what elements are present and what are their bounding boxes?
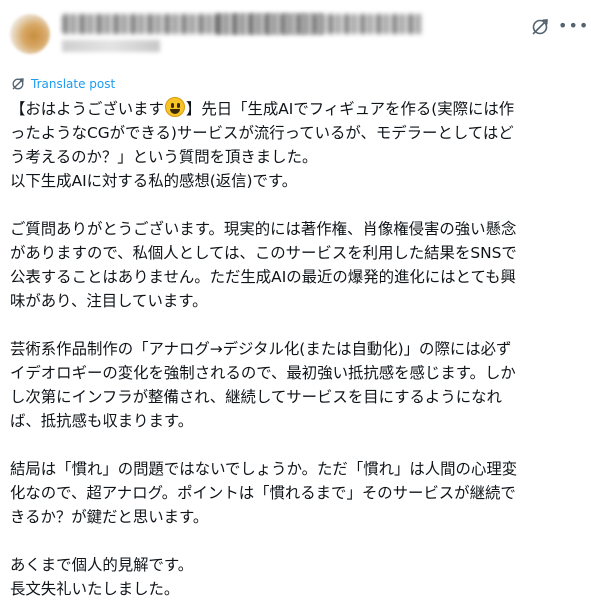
post-line: う考えるのか？」という質問を頂きました。 xyxy=(10,148,318,166)
post-line: きるか？が鍵だと思います。 xyxy=(10,508,209,526)
post-line: 公表することはありません。ただ生成AIの最近の爆発的進化にはとても興 xyxy=(10,268,516,286)
post-line: ご質問ありがとうございます。現実的には著作権、肖像権侵害の強い懸念 xyxy=(10,220,517,238)
grinning-face-emoji-icon xyxy=(164,97,185,117)
post-line: あくまで個人的見解です。 xyxy=(10,556,194,574)
author-handle-blurred[interactable] xyxy=(62,40,160,52)
post-line: 味があり、注目しています。 xyxy=(10,292,208,310)
post-line: イデオロギーの変化を強制されるので、最初強い抵抗感を感じます。しか xyxy=(10,364,516,382)
post-line: 【おはようございます 】先日「生成AIでフィギュアを作る(実際には作 xyxy=(10,97,582,121)
post-line: 芸術系作品制作の「アナログ→デジタル化(または自動化)」の際には必ず xyxy=(10,340,512,358)
translate-post-label: Translate post xyxy=(31,77,116,91)
post-line: がありますので、私個人としては、このサービスを利用した結果をSNSで xyxy=(10,244,517,262)
post-line: 化なので、超アナログ。ポイントは「慣れるまで」そのサービスが継続で xyxy=(10,484,516,502)
post-line: 長文失礼いたしました。 xyxy=(10,580,180,598)
translate-icon[interactable] xyxy=(529,16,551,38)
translate-icon xyxy=(12,78,24,90)
avatar[interactable] xyxy=(10,14,50,54)
author-name-blurred-extra xyxy=(216,14,422,34)
post-line: 結局は「慣れ」の問題ではないでしょうか。ただ「慣れ」は人間の心理変 xyxy=(10,460,518,478)
post-line: ったようなCGができる)サービスが流行っているが、モデラーとしてはど xyxy=(10,124,514,142)
translate-post-link[interactable]: Translate post xyxy=(10,75,115,93)
post-line: 以下生成AIに対する私的感想(返信)です。 xyxy=(10,172,298,190)
post-text: 【おはようございます 】先日「生成AIでフィギュアを作る(実際には作 ったようなC… xyxy=(10,97,582,601)
post-header: ••• xyxy=(0,0,591,64)
post-line: し次第にインフラが整備され、継続してサービスを目にするようになれ xyxy=(10,388,502,406)
more-icon[interactable]: ••• xyxy=(558,12,588,40)
post-line: ば、抵抗感も収まります。 xyxy=(10,412,194,430)
